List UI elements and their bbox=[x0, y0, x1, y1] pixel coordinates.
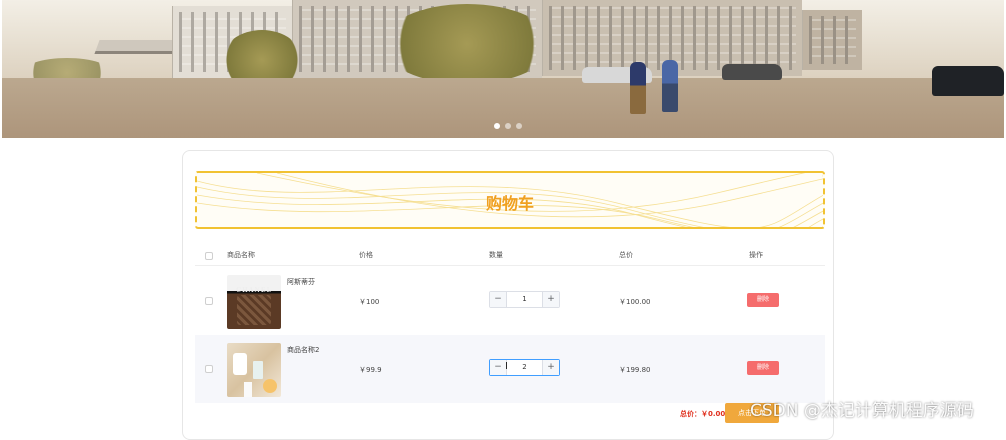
campus-banner-carousel[interactable] bbox=[2, 0, 1004, 138]
cart-table-header: 商品名称 价格 数量 总价 操作 bbox=[195, 246, 825, 266]
carousel-dot[interactable] bbox=[505, 123, 511, 129]
delete-button[interactable]: 删除 bbox=[747, 293, 779, 307]
watermark: CSDN @杰记计算机程序源码 bbox=[750, 401, 974, 421]
column-header-name: 商品名称 bbox=[227, 251, 255, 259]
product-image-brand-text: CHANEL bbox=[236, 287, 272, 294]
banner-building bbox=[802, 10, 862, 70]
select-all-checkbox[interactable] bbox=[205, 252, 213, 260]
increase-quantity-button[interactable]: + bbox=[542, 360, 559, 375]
table-row: CHANEL 阿斯蒂芬 ￥100 − 1 + ￥100.00 删除 bbox=[195, 267, 825, 335]
quantity-stepper: − 2 + bbox=[489, 359, 560, 376]
cart-title: 购物车 bbox=[485, 194, 534, 213]
banner-person bbox=[662, 60, 678, 112]
decrease-quantity-button[interactable]: − bbox=[490, 292, 507, 307]
column-header-action: 操作 bbox=[749, 251, 763, 259]
banner-car bbox=[932, 66, 1004, 96]
row-total: ￥199.80 bbox=[619, 366, 651, 374]
column-header-quantity: 数量 bbox=[489, 251, 503, 259]
banner-car bbox=[722, 64, 782, 80]
table-row: 商品名称2 ￥99.9 − 2 + ￥199.80 删除 bbox=[195, 335, 825, 403]
delete-button[interactable]: 删除 bbox=[747, 361, 779, 375]
banner-person bbox=[630, 62, 646, 114]
cosmetics-image[interactable] bbox=[227, 343, 281, 397]
product-name[interactable]: 阿斯蒂芬 bbox=[287, 277, 315, 287]
cart-title-banner: 购物车 bbox=[195, 171, 825, 229]
carousel-indicators bbox=[494, 123, 522, 129]
increase-quantity-button[interactable]: + bbox=[542, 292, 559, 307]
product-price: ￥99.9 bbox=[359, 366, 382, 374]
carousel-dot[interactable] bbox=[494, 123, 500, 129]
text-cursor-icon: I bbox=[505, 361, 508, 372]
row-total: ￥100.00 bbox=[619, 298, 651, 306]
row-checkbox[interactable] bbox=[205, 297, 213, 305]
quantity-input[interactable]: 2 bbox=[507, 360, 542, 375]
cart-panel: 购物车 商品名称 价格 数量 总价 操作 CHANEL 阿斯蒂芬 ￥100 − … bbox=[182, 150, 834, 440]
column-header-total: 总价 bbox=[619, 251, 633, 259]
row-checkbox[interactable] bbox=[205, 365, 213, 373]
column-header-price: 价格 bbox=[359, 251, 373, 259]
product-name[interactable]: 商品名称2 bbox=[287, 345, 319, 355]
quantity-stepper: − 1 + bbox=[489, 291, 560, 308]
banner-tree bbox=[382, 4, 552, 84]
banner-plaza bbox=[2, 78, 1004, 138]
product-price: ￥100 bbox=[359, 298, 380, 306]
handbag-image[interactable]: CHANEL bbox=[227, 275, 281, 329]
carousel-dot[interactable] bbox=[516, 123, 522, 129]
grand-total: 总价：￥0.00 bbox=[680, 410, 726, 418]
quantity-input[interactable]: 1 bbox=[507, 292, 542, 307]
